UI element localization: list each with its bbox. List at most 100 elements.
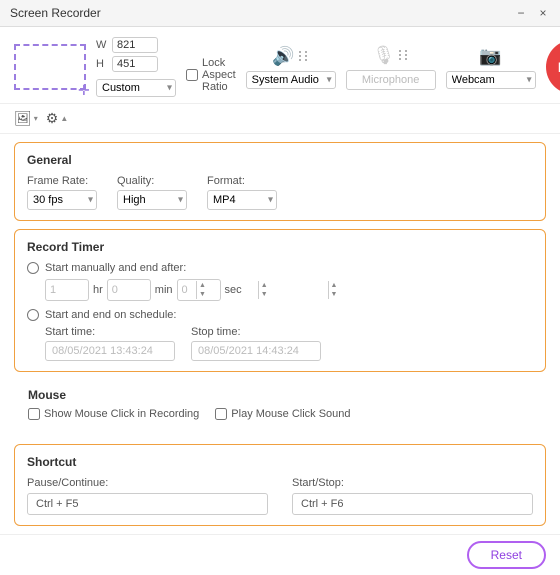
quality-select[interactable]: High Low Medium	[117, 190, 187, 210]
microphone-icon-row: 🎙	[372, 45, 409, 66]
play-mouse-sound-checkbox[interactable]	[215, 408, 227, 420]
format-select[interactable]: MP4 AVI MOV	[207, 190, 277, 210]
stop-time-input[interactable]	[191, 341, 321, 361]
shortcut-title: Shortcut	[27, 455, 533, 469]
webcam-select[interactable]: Webcam	[446, 71, 536, 89]
main-window: ✛ W H Custom Full Screen Fixed Region	[0, 27, 560, 575]
title-bar: Screen Recorder − ×	[0, 0, 560, 27]
general-section: General Frame Rate: 30 fps 15 fps 20 fps…	[14, 142, 546, 221]
stop-time-group: Stop time:	[191, 326, 321, 361]
toolbar-dropdown-arrow: ▾	[34, 114, 38, 123]
play-mouse-sound-label: Play Mouse Click Sound	[231, 408, 350, 420]
record-timer-title: Record Timer	[27, 240, 533, 254]
top-area: ✛ W H Custom Full Screen Fixed Region	[0, 27, 560, 104]
settings-chevron-up: ▲	[60, 114, 68, 123]
crosshair-icon: ✛	[78, 82, 92, 96]
time-inputs-row: ▲ ▼ hr ▲ ▼ min ▲ ▼	[27, 279, 533, 301]
hr-input-box: ▲ ▼	[45, 279, 89, 301]
start-manually-radio[interactable]	[27, 262, 39, 274]
window-controls: − ×	[514, 6, 550, 20]
format-select-wrapper: MP4 AVI MOV	[207, 190, 277, 210]
shortcut-grid: Pause/Continue: Ctrl + F5 Start/Stop: Ct…	[27, 477, 533, 515]
dimensions-panel: W H Custom Full Screen Fixed Region	[96, 37, 176, 97]
width-row: W	[96, 37, 176, 53]
record-timer-section: Record Timer Start manually and end afte…	[14, 229, 546, 372]
sec-input[interactable]	[178, 283, 328, 297]
region-selector[interactable]: ✛	[14, 44, 86, 90]
frame-rate-select[interactable]: 30 fps 15 fps 20 fps 60 fps	[27, 190, 97, 210]
quality-select-wrapper: High Low Medium	[117, 190, 187, 210]
start-manually-label: Start manually and end after:	[45, 262, 186, 274]
system-audio-select[interactable]: System Audio	[246, 71, 336, 89]
start-stop-group: Start/Stop: Ctrl + F6	[292, 477, 533, 515]
minimize-button[interactable]: −	[514, 6, 528, 20]
show-mouse-click-option: Show Mouse Click in Recording	[28, 408, 199, 420]
start-manually-row: Start manually and end after:	[27, 262, 533, 274]
schedule-times: Start time: Stop time:	[27, 326, 533, 361]
pause-continue-group: Pause/Continue: Ctrl + F5	[27, 477, 268, 515]
custom-select-wrapper: Custom Full Screen Fixed Region	[96, 79, 176, 97]
start-time-input[interactable]	[45, 341, 175, 361]
start-time-group: Start time:	[45, 326, 175, 361]
audio-section: 🔊 System Audio 🎙	[246, 45, 536, 90]
content-area: General Frame Rate: 30 fps 15 fps 20 fps…	[0, 134, 560, 444]
frame-rate-group: Frame Rate: 30 fps 15 fps 20 fps 60 fps	[27, 175, 97, 210]
schedule-label: Start and end on schedule:	[45, 309, 176, 321]
sec-down-button[interactable]: ▼	[329, 290, 340, 299]
system-audio-icon-row: 🔊	[272, 46, 308, 67]
start-stop-key: Ctrl + F6	[292, 493, 533, 515]
microphone-label-box: Microphone	[346, 70, 436, 90]
audio-dots	[299, 51, 309, 61]
webcam-item: 📷 Webcam	[446, 46, 536, 89]
custom-dropdown-wrapper: Custom Full Screen Fixed Region	[96, 79, 176, 97]
min-label: min	[155, 284, 173, 296]
min-input-box: ▲ ▼	[107, 279, 151, 301]
width-input[interactable]	[112, 37, 158, 53]
mouse-section: Mouse Show Mouse Click in Recording Play…	[14, 380, 546, 428]
reset-button[interactable]: Reset	[467, 541, 546, 569]
rec-button[interactable]: REC	[546, 40, 560, 94]
toolbar-row: 🖼 ▾ ⚙ ▲	[0, 104, 560, 134]
screenshot-icon: 🖼	[14, 110, 32, 127]
lock-aspect-label: Lock Aspect Ratio	[202, 57, 236, 93]
sec-up-button[interactable]: ▲	[329, 281, 340, 290]
height-input[interactable]	[112, 56, 158, 72]
play-mouse-sound-option: Play Mouse Click Sound	[215, 408, 350, 420]
show-mouse-click-label: Show Mouse Click in Recording	[44, 408, 199, 420]
close-button[interactable]: ×	[536, 6, 550, 20]
schedule-row: Start and end on schedule:	[27, 309, 533, 321]
settings-tool-button[interactable]: ⚙ ▲	[46, 110, 68, 127]
shortcut-section: Shortcut Pause/Continue: Ctrl + F5 Start…	[14, 444, 546, 526]
lock-aspect-area: Lock Aspect Ratio	[186, 55, 236, 97]
system-audio-select-wrapper: System Audio	[246, 71, 336, 89]
microphone-icon: 🎙	[372, 45, 395, 66]
format-group: Format: MP4 AVI MOV	[207, 175, 277, 210]
hr-label: hr	[93, 284, 103, 296]
pause-continue-key: Ctrl + F5	[27, 493, 268, 515]
quality-label: Quality:	[117, 175, 187, 187]
height-row: H	[96, 56, 176, 72]
microphone-item: 🎙 Microphone	[346, 45, 436, 90]
general-fields-row: Frame Rate: 30 fps 15 fps 20 fps 60 fps …	[27, 175, 533, 210]
stop-time-label: Stop time:	[191, 326, 321, 338]
mouse-options: Show Mouse Click in Recording Play Mouse…	[28, 408, 532, 420]
show-mouse-click-checkbox[interactable]	[28, 408, 40, 420]
mouse-title: Mouse	[28, 388, 532, 402]
lock-aspect-checkbox-group: Lock Aspect Ratio	[186, 57, 236, 93]
frame-rate-select-wrapper: 30 fps 15 fps 20 fps 60 fps	[27, 190, 97, 210]
sec-spin: ▲ ▼	[328, 281, 340, 299]
bottom-bar: Reset	[0, 534, 560, 575]
gear-icon: ⚙	[46, 110, 59, 127]
pause-continue-label: Pause/Continue:	[27, 477, 268, 489]
lock-aspect-checkbox[interactable]	[186, 69, 198, 81]
webcam-select-wrapper: Webcam	[446, 71, 536, 89]
format-label: Format:	[207, 175, 277, 187]
region-type-select[interactable]: Custom Full Screen Fixed Region	[96, 79, 176, 97]
quality-group: Quality: High Low Medium	[117, 175, 187, 210]
schedule-radio[interactable]	[27, 309, 39, 321]
start-time-label: Start time:	[45, 326, 175, 338]
app-title: Screen Recorder	[10, 6, 101, 20]
sec-input-box: ▲ ▼	[177, 279, 221, 301]
sec-label: sec	[225, 284, 242, 296]
screenshot-tool-button[interactable]: 🖼 ▾	[14, 110, 38, 127]
